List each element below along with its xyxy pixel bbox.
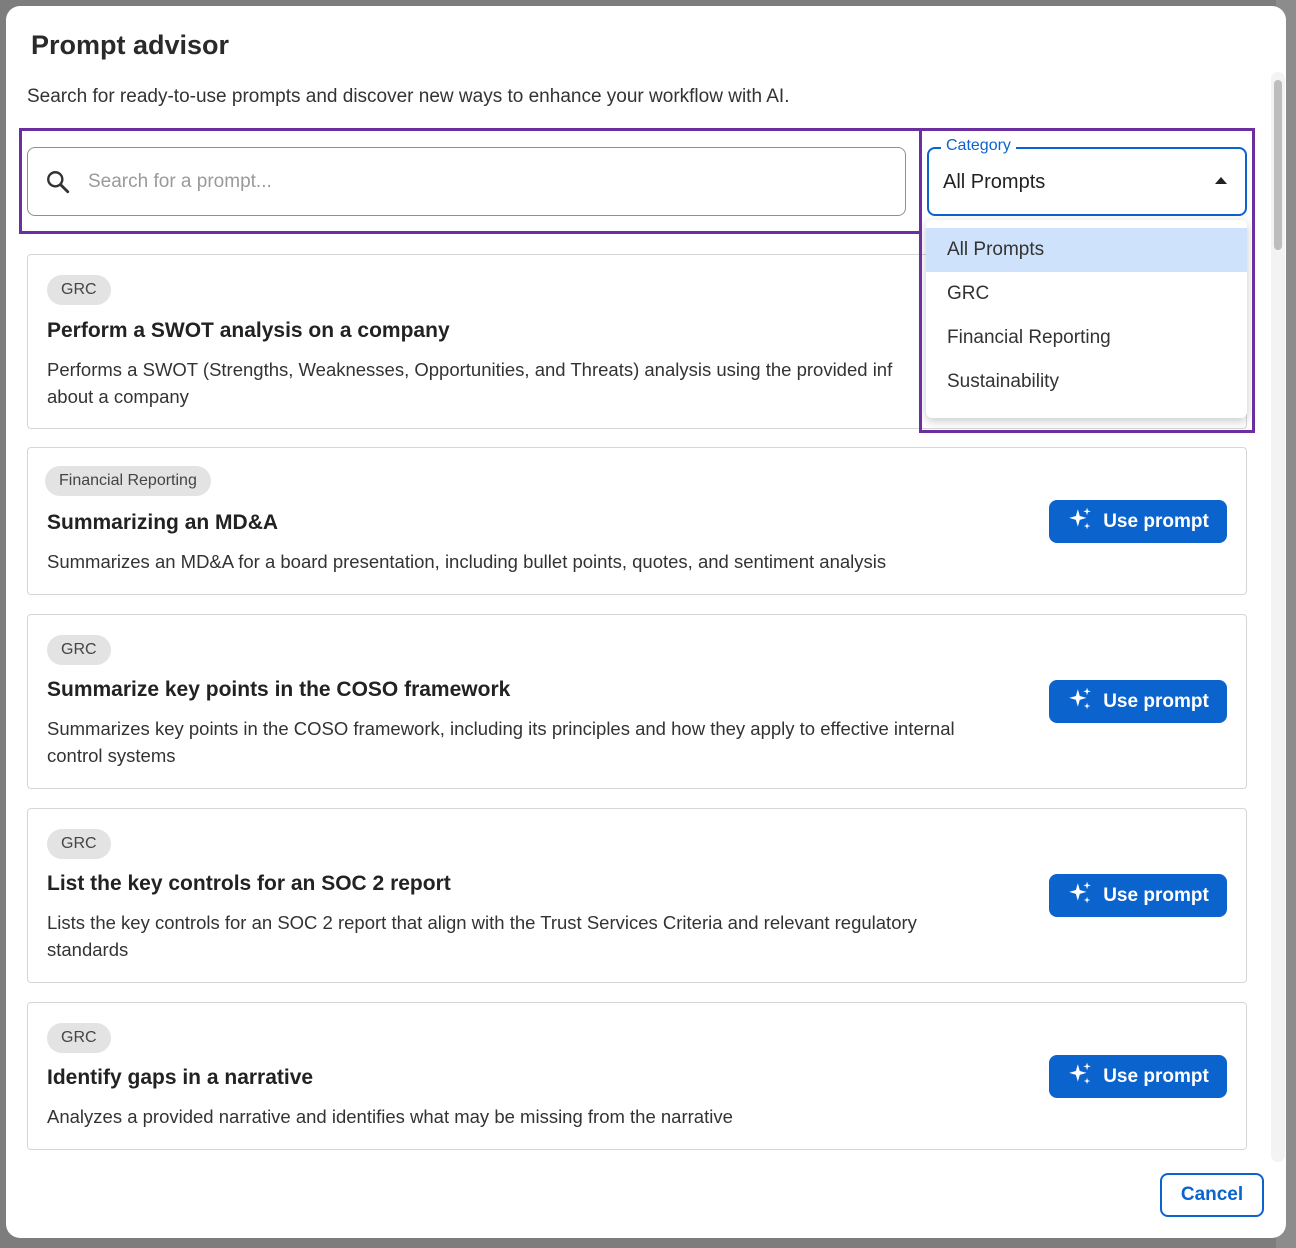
prompt-title: Identify gaps in a narrative bbox=[47, 1066, 314, 1089]
prompt-description: Analyzes a provided narrative and identi… bbox=[47, 1103, 733, 1130]
category-badge: Financial Reporting bbox=[45, 466, 211, 496]
caret-up-icon bbox=[1215, 177, 1227, 184]
prompt-card: GRC Identify gaps in a narrative Analyze… bbox=[27, 1002, 1247, 1150]
use-prompt-label: Use prompt bbox=[1103, 884, 1209, 906]
sparkle-icon bbox=[1067, 880, 1093, 912]
use-prompt-label: Use prompt bbox=[1103, 510, 1209, 532]
prompt-card: Financial Reporting Summarizing an MD&A … bbox=[27, 447, 1247, 595]
dialog-title: Prompt advisor bbox=[31, 30, 230, 60]
sparkle-icon bbox=[1067, 506, 1093, 538]
category-dropdown-menu: All Prompts GRC Financial Reporting Sust… bbox=[926, 220, 1247, 418]
use-prompt-label: Use prompt bbox=[1103, 1065, 1209, 1087]
sparkle-icon bbox=[1067, 1061, 1093, 1093]
prompt-description-line: control systems bbox=[47, 745, 176, 766]
dropdown-option-grc[interactable]: GRC bbox=[926, 272, 1247, 316]
prompt-title: List the key controls for an SOC 2 repor… bbox=[47, 872, 451, 895]
dropdown-option-financial-reporting[interactable]: Financial Reporting bbox=[926, 316, 1247, 360]
use-prompt-button[interactable]: Use prompt bbox=[1049, 680, 1227, 723]
prompt-description: Lists the key controls for an SOC 2 repo… bbox=[47, 909, 917, 963]
use-prompt-button[interactable]: Use prompt bbox=[1049, 874, 1227, 917]
sparkle-icon bbox=[1067, 686, 1093, 718]
search-field[interactable] bbox=[27, 147, 906, 216]
dropdown-option-sustainability[interactable]: Sustainability bbox=[926, 360, 1247, 404]
prompt-description-line: about a company bbox=[47, 386, 189, 407]
category-value: All Prompts bbox=[943, 171, 1046, 193]
use-prompt-button[interactable]: Use prompt bbox=[1049, 1055, 1227, 1098]
prompt-description-line: Lists the key controls for an SOC 2 repo… bbox=[47, 912, 917, 933]
search-icon bbox=[28, 169, 88, 195]
category-select[interactable]: Category All Prompts bbox=[927, 137, 1247, 216]
category-badge: GRC bbox=[47, 829, 111, 859]
category-badge: GRC bbox=[47, 275, 111, 305]
use-prompt-button[interactable]: Use prompt bbox=[1049, 500, 1227, 543]
prompt-description-line: Summarizes key points in the COSO framew… bbox=[47, 718, 955, 739]
category-badge: GRC bbox=[47, 1023, 111, 1053]
prompt-title: Perform a SWOT analysis on a company bbox=[47, 319, 450, 342]
prompt-description-line: Performs a SWOT (Strengths, Weaknesses, … bbox=[47, 359, 893, 380]
prompt-title: Summarizing an MD&A bbox=[47, 511, 279, 534]
prompt-description: Summarizes an MD&A for a board presentat… bbox=[47, 548, 886, 575]
prompt-card: GRC List the key controls for an SOC 2 r… bbox=[27, 808, 1247, 983]
prompt-description-line: Analyzes a provided narrative and identi… bbox=[47, 1106, 733, 1127]
prompt-description: Performs a SWOT (Strengths, Weaknesses, … bbox=[47, 356, 892, 410]
scrollbar[interactable] bbox=[1271, 72, 1285, 1162]
dropdown-option-all-prompts[interactable]: All Prompts bbox=[926, 228, 1247, 272]
dialog-subtitle: Search for ready-to-use prompts and disc… bbox=[27, 86, 790, 107]
category-badge: GRC bbox=[47, 635, 111, 665]
prompt-description: Summarizes key points in the COSO framew… bbox=[47, 715, 955, 769]
cancel-button[interactable]: Cancel bbox=[1160, 1173, 1264, 1217]
prompt-description-line: Summarizes an MD&A for a board presentat… bbox=[47, 551, 887, 572]
search-input[interactable] bbox=[88, 161, 868, 202]
use-prompt-label: Use prompt bbox=[1103, 690, 1209, 712]
prompt-card: GRC Summarize key points in the COSO fra… bbox=[27, 614, 1247, 789]
prompt-title: Summarize key points in the COSO framewo… bbox=[47, 678, 511, 701]
category-label: Category bbox=[941, 137, 1016, 155]
scroll-thumb[interactable] bbox=[1274, 80, 1282, 250]
prompt-description-line: standards bbox=[47, 939, 129, 960]
prompt-advisor-dialog: Prompt advisor Search for ready-to-use p… bbox=[6, 6, 1286, 1238]
